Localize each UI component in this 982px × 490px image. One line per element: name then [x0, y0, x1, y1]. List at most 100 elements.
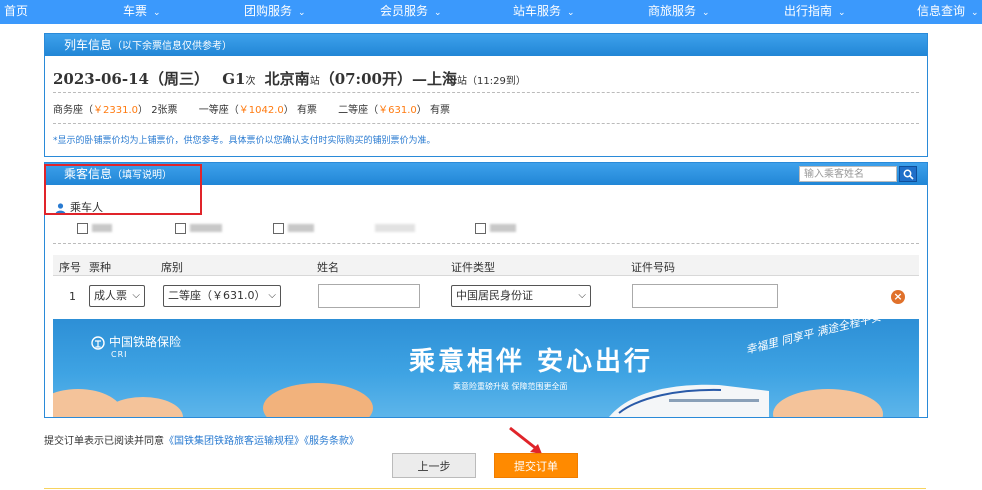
passenger-candidate-hidden	[375, 221, 415, 235]
passenger-info-header: 乘客信息（填写说明）	[45, 163, 927, 185]
passenger-label: 乘车人	[55, 199, 103, 215]
nav-home[interactable]: 首页	[4, 0, 28, 24]
train-number: G1	[222, 70, 246, 88]
terms-link[interactable]: 《服务条款》	[304, 436, 359, 447]
chevron-down-icon: ⌄	[567, 8, 575, 18]
search-button[interactable]	[899, 166, 917, 182]
checkbox[interactable]	[273, 222, 284, 234]
divider	[53, 123, 919, 124]
seat-name: 二等座（	[338, 105, 379, 116]
seat-availability: 商务座（￥2331.0） 2张票 一等座（￥1042.0） 有票 二等座（￥63…	[53, 101, 468, 116]
insurance-banner[interactable]: 中国铁路保险 CRI 乘意相伴 安心出行 乘意险重磅升级 保障范围更全面 幸福里…	[53, 319, 919, 417]
cloud-decoration	[773, 389, 883, 417]
from-station: 北京南	[264, 70, 310, 88]
divider	[53, 243, 919, 244]
passenger-candidate[interactable]	[273, 221, 314, 235]
train-summary: 2023-06-14（周三） G1次 北京南站（07:00开）—上海站（11:2…	[53, 68, 526, 89]
passenger-info-panel: 乘客信息（填写说明） 输入乘客姓名 乘车人 序号 票种 席别 姓名 证件类型 证…	[44, 162, 928, 418]
chevron-down-icon: ⌄	[153, 8, 161, 18]
submit-order-button[interactable]: 提交订单	[494, 453, 578, 478]
train-info-title: 列车信息	[64, 38, 113, 52]
col-ticket-type: 票种	[89, 261, 111, 274]
nav-info-query[interactable]: 信息查询 ⌄	[917, 0, 979, 24]
fill-instructions-link[interactable]: （填写说明）	[112, 170, 172, 181]
nav-group-service[interactable]: 团购服务 ⌄	[244, 0, 306, 24]
passenger-search-input[interactable]: 输入乘客姓名	[799, 166, 897, 182]
nav-station-service[interactable]: 站车服务 ⌄	[513, 0, 575, 24]
nav-tickets-label: 车票	[123, 4, 148, 18]
divider	[53, 92, 919, 93]
nav-member-service[interactable]: 会员服务 ⌄	[380, 0, 442, 24]
banner-handwriting: 幸福里 同享平 满途全程平安	[744, 319, 883, 357]
passenger-candidate[interactable]	[175, 221, 222, 235]
seat-close: ）	[416, 105, 427, 116]
banner-slogan: 乘意相伴 安心出行	[409, 347, 654, 377]
table-row: 1 成人票 ⌵ 二等座（￥631.0） ⌵ 中国居民身份证 ⌵ ×	[53, 279, 919, 313]
seat-price: ￥1042.0	[238, 105, 284, 116]
seat-second-class: 二等座（￥631.0） 有票	[338, 105, 450, 116]
nav-business-label: 商旅服务	[648, 4, 697, 18]
row-seq: 1	[69, 290, 76, 303]
train-number-suffix: 次	[245, 76, 256, 87]
chevron-down-icon: ⌵	[578, 290, 586, 301]
chevron-down-icon: ⌄	[298, 8, 306, 18]
banner-subtitle: 乘意险重磅升级 保障范围更全面	[453, 382, 568, 391]
passenger-name-redacted	[190, 224, 222, 232]
checkbox[interactable]	[77, 222, 88, 234]
passenger-name-redacted	[490, 224, 516, 232]
arrive-time: （11:29到）	[467, 76, 526, 87]
cri-logo: 中国铁路保险 CRI	[91, 333, 181, 359]
agreement-text: 提交订单表示已阅读并同意《国铁集团铁路旅客运输规程》《服务条款》	[44, 432, 359, 447]
travel-date: 2023-06-14（周三）	[53, 70, 209, 88]
checkbox[interactable]	[175, 222, 186, 234]
passenger-label-text: 乘车人	[70, 201, 103, 214]
nav-business-service[interactable]: 商旅服务 ⌄	[648, 0, 710, 24]
seat-status: 有票	[296, 105, 317, 116]
seat-business: 商务座（￥2331.0） 2张票	[53, 105, 178, 116]
passenger-name-redacted	[288, 224, 314, 232]
train-info-header: 列车信息（以下余票信息仅供参考）	[45, 34, 927, 56]
chevron-down-icon: ⌄	[434, 8, 442, 18]
passenger-candidate[interactable]	[77, 221, 112, 235]
top-nav: 首页 车票 ⌄ 团购服务 ⌄ 会员服务 ⌄ 站车服务 ⌄ 商旅服务 ⌄ 出行指南 ⌄ 信息查…	[0, 0, 982, 24]
chevron-down-icon: ⌵	[132, 290, 140, 301]
passenger-name-input[interactable]	[318, 284, 420, 308]
chevron-down-icon: ⌄	[971, 8, 979, 18]
delete-row-icon[interactable]: ×	[891, 290, 905, 304]
cloud-decoration	[263, 383, 373, 417]
nav-group-label: 团购服务	[244, 4, 293, 18]
transport-rules-link[interactable]: 《国铁集团铁路旅客运输规程》	[164, 436, 304, 447]
nav-tickets[interactable]: 车票 ⌄	[123, 0, 161, 24]
nav-station-label: 站车服务	[513, 4, 562, 18]
train-illustration	[609, 384, 769, 417]
divider	[44, 488, 926, 489]
seat-class-select[interactable]: 二等座（￥631.0） ⌵	[163, 285, 281, 307]
price-note: *显示的卧铺票价均为上铺票价，供您参考。具体票价以您确认支付时实际购买的铺别票价…	[53, 136, 436, 146]
logo-sub: CRI	[111, 350, 128, 359]
passenger-table-header: 序号 票种 席别 姓名 证件类型 证件号码	[53, 255, 919, 276]
seat-close: ）	[283, 105, 294, 116]
passenger-info-title: 乘客信息	[64, 167, 113, 181]
nav-home-label: 首页	[4, 4, 29, 18]
passenger-candidate[interactable]	[475, 221, 516, 235]
id-number-input[interactable]	[632, 284, 778, 308]
previous-step-button[interactable]: 上一步	[392, 453, 476, 478]
chevron-down-icon: ⌵	[268, 290, 276, 301]
nav-travel-guide[interactable]: 出行指南 ⌄	[784, 0, 846, 24]
nav-info-label: 信息查询	[917, 4, 966, 18]
person-icon	[55, 202, 66, 214]
seat-close: ）	[138, 105, 148, 116]
seat-class-value: 二等座（￥631.0）	[168, 289, 266, 302]
passenger-name-redacted	[375, 224, 415, 232]
search-icon	[903, 169, 914, 180]
id-type-select[interactable]: 中国居民身份证 ⌵	[451, 285, 591, 307]
col-name: 姓名	[317, 261, 339, 274]
agreement-prefix: 提交订单表示已阅读并同意	[44, 436, 164, 447]
to-station-suffix: 站	[457, 76, 467, 87]
checkbox[interactable]	[475, 222, 486, 234]
train-info-subtitle: （以下余票信息仅供参考）	[112, 41, 233, 52]
ticket-type-select[interactable]: 成人票 ⌵	[89, 285, 145, 307]
nav-guide-label: 出行指南	[784, 4, 833, 18]
railway-logo-icon	[91, 335, 105, 350]
seat-first-class: 一等座（￥1042.0） 有票	[199, 105, 317, 116]
